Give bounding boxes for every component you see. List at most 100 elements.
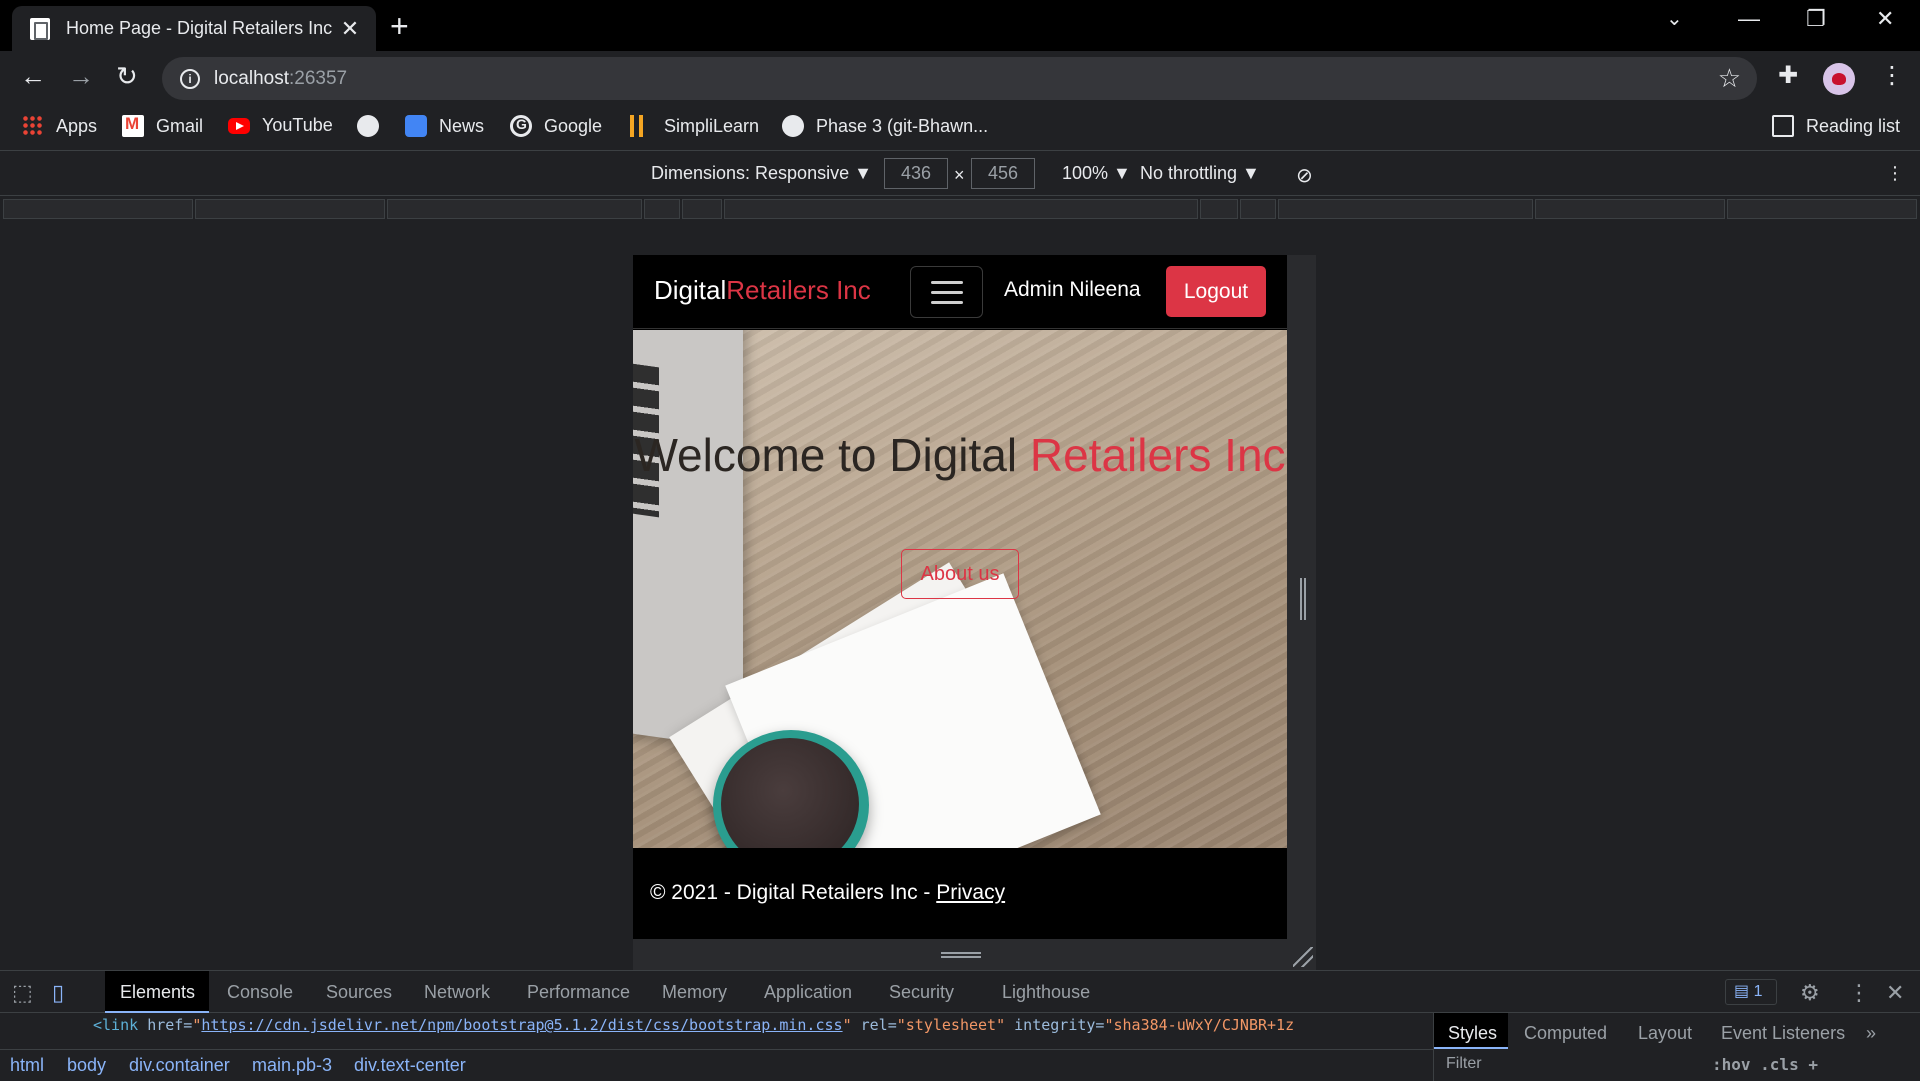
- breadcrumb-item[interactable]: body: [67, 1055, 106, 1076]
- gmail-icon: [122, 114, 144, 137]
- height-input[interactable]: 456: [971, 158, 1035, 189]
- code-tag: <link: [93, 1016, 148, 1034]
- media-query-segment[interactable]: [387, 199, 642, 219]
- tab-performance[interactable]: Performance: [527, 982, 630, 1003]
- tab-sources[interactable]: Sources: [326, 982, 392, 1003]
- new-tab-button[interactable]: +: [390, 8, 409, 45]
- dimensions-select[interactable]: Dimensions: Responsive ▼: [651, 163, 872, 184]
- browser-tab[interactable]: Home Page - Digital Retailers Inc ✕: [12, 6, 376, 51]
- breadcrumb-item[interactable]: main.pb-3: [252, 1055, 332, 1076]
- width-input[interactable]: 436: [884, 158, 948, 189]
- extensions-icon[interactable]: ✚: [1778, 61, 1798, 90]
- bookmark-gmail[interactable]: Gmail: [122, 114, 204, 137]
- tab-event-listeners[interactable]: Event Listeners: [1721, 1023, 1845, 1044]
- back-icon[interactable]: ←: [20, 61, 46, 92]
- media-query-segment[interactable]: [724, 199, 1198, 219]
- breadcrumb-item[interactable]: div.container: [129, 1055, 230, 1076]
- forward-icon[interactable]: →: [68, 61, 94, 92]
- device-toolbar-icon[interactable]: ▯: [52, 980, 64, 1006]
- admin-user-name[interactable]: Admin Nileena: [1004, 278, 1141, 302]
- restore-icon[interactable]: ❐: [1806, 6, 1826, 32]
- styles-filter-input[interactable]: Filter: [1446, 1055, 1482, 1073]
- bookmark-google[interactable]: Google: [510, 115, 602, 137]
- media-query-segment[interactable]: [3, 199, 193, 219]
- code-attr: integrity=: [1005, 1016, 1105, 1034]
- dom-node-line[interactable]: <link href="https://cdn.jsdelivr.net/npm…: [93, 1016, 1294, 1034]
- settings-gear-icon[interactable]: ⚙: [1800, 980, 1820, 1006]
- browser-menu-icon[interactable]: ⋮: [1880, 61, 1904, 90]
- about-us-button[interactable]: About us: [901, 549, 1019, 599]
- bookmark-github[interactable]: Phase 3 (git-Bhawn...: [782, 115, 988, 137]
- media-query-segment[interactable]: [1240, 199, 1276, 219]
- code-link[interactable]: https://cdn.jsdelivr.net/npm/bootstrap@5…: [201, 1016, 842, 1034]
- more-tabs-icon[interactable]: »: [1866, 1023, 1876, 1044]
- bookmark-news[interactable]: News: [405, 115, 484, 137]
- tab-layout[interactable]: Layout: [1638, 1023, 1692, 1044]
- bookmark-youtube[interactable]: YouTube: [228, 115, 333, 136]
- breadcrumb-item[interactable]: div.text-center: [354, 1055, 466, 1076]
- reading-list-button[interactable]: Reading list: [1772, 115, 1900, 137]
- bookmark-globe[interactable]: [357, 115, 391, 137]
- tab-network[interactable]: Network: [424, 982, 490, 1003]
- site-footer: © 2021 - Digital Retailers Inc - Privacy: [633, 848, 1287, 939]
- breadcrumb-item[interactable]: html: [10, 1055, 44, 1076]
- tab-console[interactable]: Console: [227, 982, 293, 1003]
- footer-text: © 2021 - Digital Retailers Inc - Privacy: [650, 881, 1005, 905]
- code-value: "stylesheet": [896, 1016, 1006, 1034]
- resize-handle-right[interactable]: [1300, 578, 1306, 620]
- tab-lighthouse[interactable]: Lighthouse: [1002, 982, 1090, 1003]
- site-brand[interactable]: DigitalRetailers Inc: [654, 275, 871, 306]
- device-more-icon[interactable]: ⋮: [1886, 163, 1904, 184]
- media-query-segment[interactable]: [682, 199, 722, 219]
- close-window-icon[interactable]: ✕: [1876, 6, 1894, 32]
- menu-toggle-button[interactable]: [910, 266, 983, 318]
- code-value: "sha384-uWxY/CJNBR+1z: [1104, 1016, 1295, 1034]
- hamburger-line: [931, 291, 963, 294]
- info-icon[interactable]: i: [180, 68, 200, 89]
- styles-pane: Styles Computed Layout Event Listeners »…: [1433, 1013, 1920, 1081]
- hov-cls-toggles[interactable]: :hov .cls +: [1712, 1055, 1818, 1074]
- resize-handle-corner[interactable]: [1293, 947, 1313, 967]
- bookmark-star-icon[interactable]: ☆: [1718, 63, 1741, 94]
- bookmark-simplilearn[interactable]: SimpliLearn: [630, 115, 759, 137]
- minimize-icon[interactable]: —: [1738, 6, 1760, 32]
- reading-list-label: Reading list: [1806, 115, 1901, 136]
- breadcrumb: html body div.container main.pb-3 div.te…: [0, 1049, 1433, 1081]
- close-devtools-icon[interactable]: ✕: [1886, 980, 1904, 1006]
- close-tab-icon[interactable]: ✕: [338, 16, 362, 42]
- copyright-text: © 2021 - Digital Retailers Inc -: [650, 881, 937, 904]
- tab-computed[interactable]: Computed: [1524, 1023, 1607, 1044]
- resize-handle-bottom[interactable]: [941, 952, 981, 958]
- tab-memory[interactable]: Memory: [662, 982, 727, 1003]
- inspect-element-icon[interactable]: ⬚: [12, 980, 33, 1006]
- zoom-select[interactable]: 100% ▼: [1062, 163, 1131, 184]
- bookmark-apps[interactable]: Apps: [22, 115, 97, 137]
- hero-banner: Welcome to Digital Retailers Inc About u…: [633, 330, 1287, 848]
- issues-badge[interactable]: ▤ 1: [1725, 979, 1777, 1005]
- youtube-icon: [228, 117, 250, 134]
- bookmark-label: Gmail: [156, 115, 204, 136]
- profile-avatar[interactable]: [1823, 63, 1855, 95]
- media-query-segment[interactable]: [195, 199, 385, 219]
- tab-application[interactable]: Application: [764, 982, 852, 1003]
- address-bar[interactable]: i localhost:26357 ☆: [162, 57, 1757, 100]
- logout-button[interactable]: Logout: [1166, 266, 1266, 317]
- reload-icon[interactable]: ↻: [116, 61, 138, 92]
- tab-styles[interactable]: Styles: [1448, 1023, 1497, 1044]
- tab-elements[interactable]: Elements: [120, 982, 195, 1003]
- issues-count: 1: [1753, 983, 1763, 1000]
- privacy-link[interactable]: Privacy: [936, 881, 1005, 904]
- bookmark-label: Apps: [56, 115, 98, 136]
- media-query-segment[interactable]: [1727, 199, 1917, 219]
- media-query-segment[interactable]: [1535, 199, 1725, 219]
- devtools-more-icon[interactable]: ⋮: [1848, 980, 1870, 1006]
- device-toolbar: Dimensions: Responsive ▼ 436 × 456 100% …: [0, 152, 1920, 196]
- hamburger-line: [931, 301, 963, 304]
- media-query-segment[interactable]: [644, 199, 680, 219]
- tab-search-icon[interactable]: ⌄: [1666, 6, 1683, 31]
- throttling-select[interactable]: No throttling ▼: [1140, 163, 1260, 184]
- tab-security[interactable]: Security: [889, 982, 954, 1003]
- media-query-segment[interactable]: [1200, 199, 1238, 219]
- media-query-segment[interactable]: [1278, 199, 1533, 219]
- rotate-icon[interactable]: ⊘: [1296, 163, 1313, 188]
